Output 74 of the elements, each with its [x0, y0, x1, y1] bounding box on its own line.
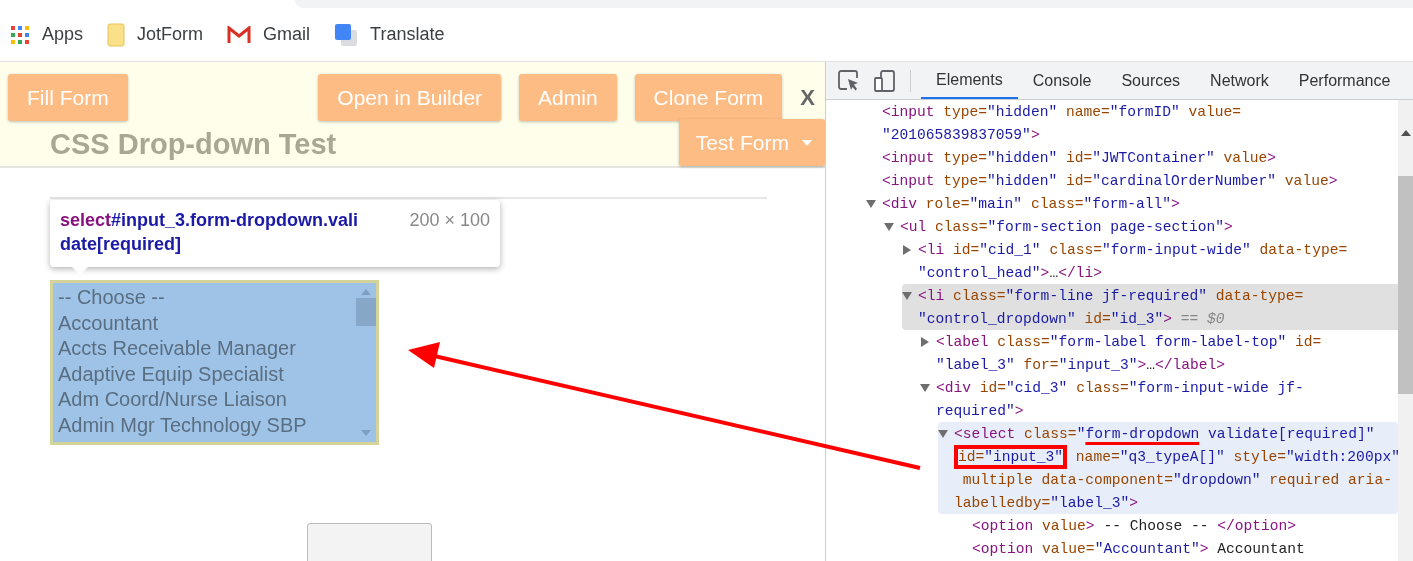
caret-icon [801, 138, 813, 147]
code-line: "control_head">…</li> [918, 264, 1102, 281]
code-token: validate[required]" [1207, 425, 1375, 442]
code-line: labelledby="label_3"> [954, 494, 1138, 511]
code-token: style= [1232, 448, 1287, 465]
expanded-triangle-icon[interactable] [902, 290, 912, 301]
close-button[interactable]: X [800, 84, 825, 111]
code-line: <div id="cid_3" class="form-input-wide jf- [936, 379, 1304, 396]
translate-icon [334, 22, 359, 47]
code-line: "label_3" for="input_3">…</label> [936, 356, 1226, 373]
list-option[interactable]: -- Choose -- [58, 285, 356, 311]
code-token: class= [1023, 425, 1077, 442]
envelope-m-icon [227, 25, 252, 44]
list-option[interactable]: Accountant [58, 310, 356, 336]
list-option[interactable]: Admin Mgr Technology SBP [58, 412, 356, 438]
scrollbar-thumb[interactable] [356, 298, 376, 326]
devtools-tab[interactable]: Elements [921, 62, 1018, 99]
code-token: id= [958, 448, 985, 465]
fill-form-button[interactable]: Fill Form [8, 74, 128, 121]
code-line: <label class="form-label form-label-top" id= [936, 333, 1322, 350]
code-token: "q3_typeA[]" [1119, 448, 1225, 465]
code-line: <input type="hidden" id="JWTContainer" value> [882, 149, 1277, 166]
code-line: <input type="hidden" name="formID" value= [882, 103, 1242, 120]
device-toggle-icon[interactable] [874, 69, 896, 92]
code-token: <select [954, 425, 1016, 442]
devtools-tab[interactable]: Performance [1283, 62, 1406, 99]
code-line: <div role="main" class="form-all"> [882, 195, 1180, 212]
test-form-button[interactable]: Test Form [678, 119, 825, 166]
collapsed-triangle-icon[interactable] [920, 336, 930, 347]
bookmark-link[interactable]: Apps [10, 24, 84, 45]
document-icon [107, 22, 126, 47]
header-button[interactable]: Clone Form [634, 74, 783, 121]
bookmark-link[interactable]: Gmail [227, 24, 311, 45]
code-token: "width:200px" [1286, 448, 1398, 465]
collapsed-triangle-icon[interactable] [902, 244, 912, 255]
code-line: "201065839837059"> [882, 126, 1040, 143]
bookmark-link[interactable]: JotForm [107, 22, 204, 47]
expanded-triangle-icon[interactable] [866, 198, 876, 209]
code-line: required"> [936, 402, 1024, 419]
apps-grid-icon [10, 24, 30, 45]
list-option[interactable]: Accts Receivable Manager [58, 336, 356, 362]
code-line: <option value> -- Choose -- </option> [972, 517, 1297, 534]
expanded-triangle-icon[interactable] [920, 382, 930, 393]
tooltip-selector: select#input_3.form-dropdown.validate[required] [60, 209, 360, 256]
scrollbar[interactable] [1398, 100, 1413, 561]
code-line: "control_dropdown" id="id_3"> == $0 [918, 310, 1225, 327]
code-line: <input type="hidden" id="cardinalOrderNumber" value> [882, 172, 1338, 189]
code-line: multiple data-component="dropdown" required aria- [961, 471, 1392, 488]
devtools-tab[interactable]: Sources [1106, 62, 1196, 99]
code-token: "input_3" [984, 448, 1064, 465]
up-arrow-icon [361, 289, 371, 295]
code-line: <li class="form-line jf-required" data-type= [918, 287, 1304, 304]
tooltip-size: 200 × 100 [409, 209, 490, 232]
underlined-code: form-dropdown [1085, 425, 1200, 442]
code-token: " [1076, 425, 1086, 442]
code-token: name= [1074, 448, 1120, 465]
header-button[interactable]: Admin [519, 74, 617, 121]
inspect-cursor-icon[interactable] [838, 69, 860, 92]
code-line: <ul class="form-section page-section"> [900, 218, 1233, 235]
code-line: <option value="Accountant"> Accountant [972, 540, 1305, 557]
expanded-triangle-icon[interactable] [938, 428, 948, 439]
list-option[interactable]: Adaptive Equip Specialist [58, 361, 356, 387]
up-arrow-icon [1400, 130, 1411, 136]
multi-select-list[interactable]: -- Choose -- Accountant Accts Receivable Manager Adaptive Equip Specialist Adm Coord/Nurse Liaison Admin Mgr Technology SBP [50, 280, 379, 445]
header-button[interactable]: Open in Builder [318, 74, 502, 121]
bookmark-link[interactable]: Translate [334, 22, 445, 47]
devtools-tab[interactable]: Console [1017, 62, 1107, 99]
down-arrow-icon [361, 430, 371, 436]
devtools-tab[interactable]: Network [1195, 62, 1284, 99]
code-line: <li id="cid_1" class="form-input-wide" data-type= [918, 241, 1348, 258]
scrollbar-thumb[interactable] [1398, 176, 1413, 394]
form-title: CSS Drop-down Test [50, 128, 337, 161]
list-option[interactable]: Adm Coord/Nurse Liaison [58, 387, 356, 413]
expanded-triangle-icon[interactable] [884, 221, 894, 232]
